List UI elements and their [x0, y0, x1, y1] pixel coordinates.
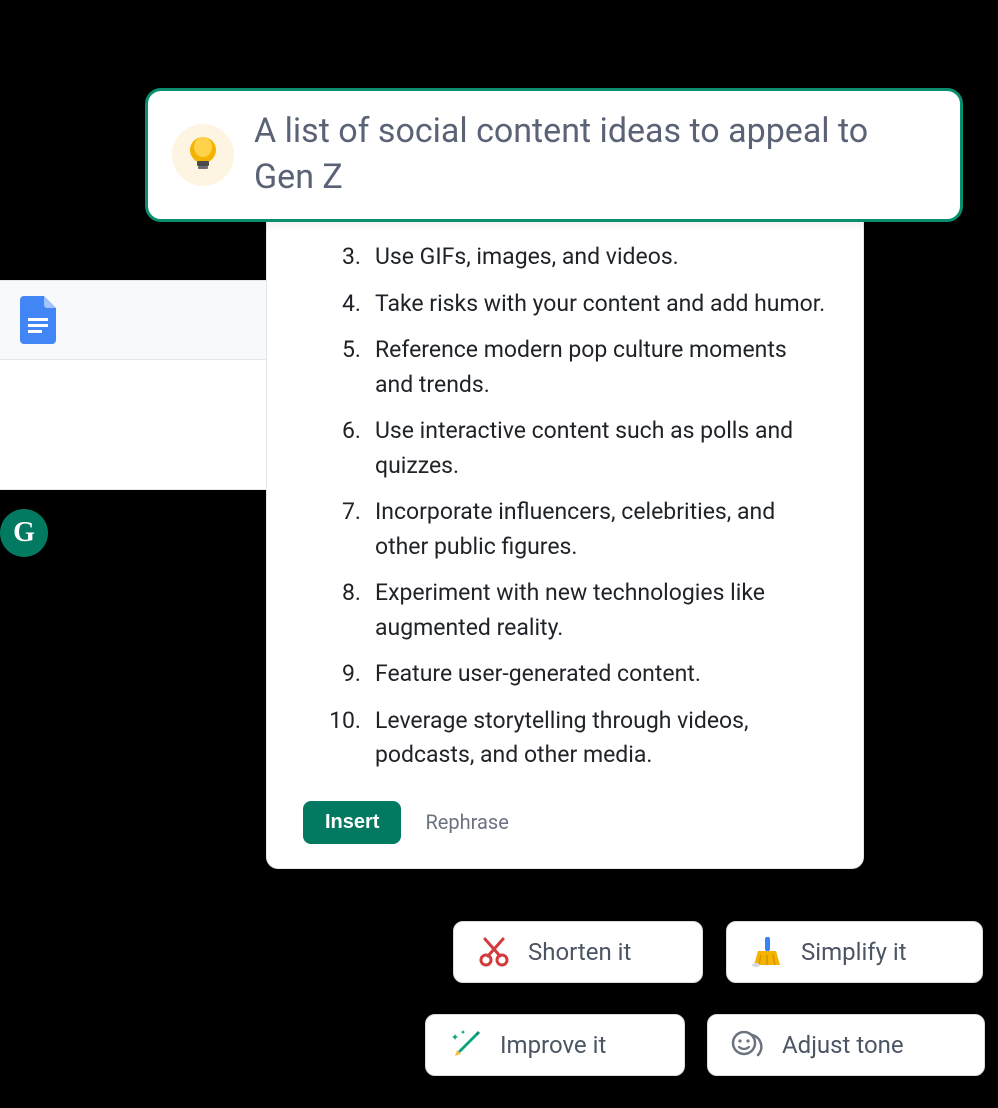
chip-label: Shorten it [528, 938, 631, 966]
grammarly-badge[interactable]: G [0, 509, 48, 557]
list-item: Reference modern pop culture moments and… [303, 333, 827, 402]
grammarly-g-icon: G [13, 517, 35, 549]
panel-actions: Insert Rephrase [303, 801, 827, 844]
shorten-chip[interactable]: Shorten it [453, 921, 703, 983]
lightbulb-icon [172, 124, 234, 186]
simplify-chip[interactable]: Simplify it [726, 921, 983, 983]
chip-label: Improve it [500, 1031, 606, 1059]
list-item: Use GIFs, images, and videos. [303, 240, 827, 275]
list-item: Use interactive content such as polls an… [303, 414, 827, 483]
result-list: Use GIFs, images, and videos. Take risks… [303, 240, 827, 773]
adjust-tone-chip[interactable]: Adjust tone [707, 1014, 985, 1076]
list-item: Leverage storytelling through videos, po… [303, 704, 827, 773]
list-item: Feature user-generated content. [303, 657, 827, 692]
list-item: Experiment with new technologies like au… [303, 576, 827, 645]
tone-face-icon [730, 1027, 766, 1063]
list-item: Incorporate influencers, celebrities, an… [303, 495, 827, 564]
pencil-sparkle-icon [448, 1027, 484, 1063]
docs-toolbar [0, 280, 270, 360]
docs-icon [20, 296, 56, 344]
improve-chip[interactable]: Improve it [425, 1014, 685, 1076]
ai-result-panel: Use GIFs, images, and videos. Take risks… [266, 212, 864, 869]
ai-prompt-card[interactable]: A list of social content ideas to appeal… [145, 88, 963, 222]
chip-label: Adjust tone [782, 1031, 904, 1059]
docs-body-placeholder [0, 360, 270, 490]
broom-icon [749, 934, 785, 970]
scissors-icon [476, 934, 512, 970]
list-item: Take risks with your content and add hum… [303, 287, 827, 322]
prompt-text: A list of social content ideas to appeal… [254, 109, 936, 201]
rephrase-link[interactable]: Rephrase [425, 810, 508, 834]
insert-button[interactable]: Insert [303, 801, 401, 844]
chip-label: Simplify it [801, 938, 907, 966]
